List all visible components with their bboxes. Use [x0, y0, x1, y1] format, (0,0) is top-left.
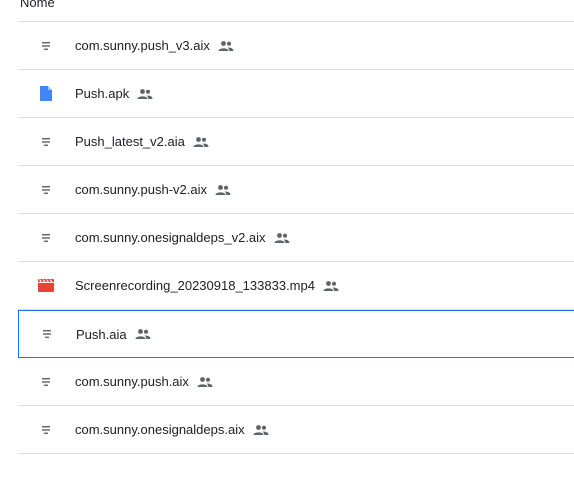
generic-file-icon — [38, 422, 54, 438]
generic-file-icon — [38, 374, 54, 390]
file-name: com.sunny.onesignaldeps.aix — [75, 422, 269, 438]
file-row[interactable]: com.sunny.push_v3.aix — [18, 22, 574, 70]
shared-people-icon — [193, 134, 209, 150]
file-row[interactable]: com.sunny.push-v2.aix — [18, 166, 574, 214]
file-row[interactable]: Screenrecording_20230918_133833.mp4 — [18, 262, 574, 310]
generic-file-icon — [39, 326, 55, 342]
shared-people-icon — [218, 38, 234, 54]
shared-people-icon — [215, 182, 231, 198]
file-name: com.sunny.push-v2.aix — [75, 182, 231, 198]
file-row[interactable]: Push_latest_v2.aia — [18, 118, 574, 166]
generic-file-icon — [38, 38, 54, 54]
shared-people-icon — [274, 230, 290, 246]
generic-file-icon — [38, 230, 54, 246]
file-name: com.sunny.push_v3.aix — [75, 38, 234, 54]
shared-people-icon — [135, 326, 151, 342]
file-row[interactable]: com.sunny.onesignaldeps_v2.aix — [18, 214, 574, 262]
shared-people-icon — [197, 374, 213, 390]
shared-people-icon — [137, 86, 153, 102]
file-name: Screenrecording_20230918_133833.mp4 — [75, 278, 339, 294]
file-row-selected[interactable]: Push.aia — [18, 310, 574, 358]
file-list: Nome com.sunny.push_v3.aix Push.apk Push… — [0, 0, 574, 493]
file-name: com.sunny.push.aix — [75, 374, 213, 390]
file-name: Push.apk — [75, 86, 153, 102]
generic-file-icon — [38, 182, 54, 198]
file-row[interactable]: Push.apk — [18, 70, 574, 118]
file-row[interactable]: com.sunny.onesignaldeps.aix — [18, 406, 574, 454]
video-file-icon — [38, 278, 54, 294]
file-name: com.sunny.onesignaldeps_v2.aix — [75, 230, 290, 246]
column-header-name[interactable]: Nome — [20, 0, 55, 11]
file-name: Push.aia — [76, 326, 151, 342]
generic-file-icon — [38, 134, 54, 150]
shared-people-icon — [253, 422, 269, 438]
document-file-icon — [38, 86, 54, 102]
shared-people-icon — [323, 278, 339, 294]
file-name: Push_latest_v2.aia — [75, 134, 209, 150]
file-row[interactable]: com.sunny.push.aix — [18, 358, 574, 406]
